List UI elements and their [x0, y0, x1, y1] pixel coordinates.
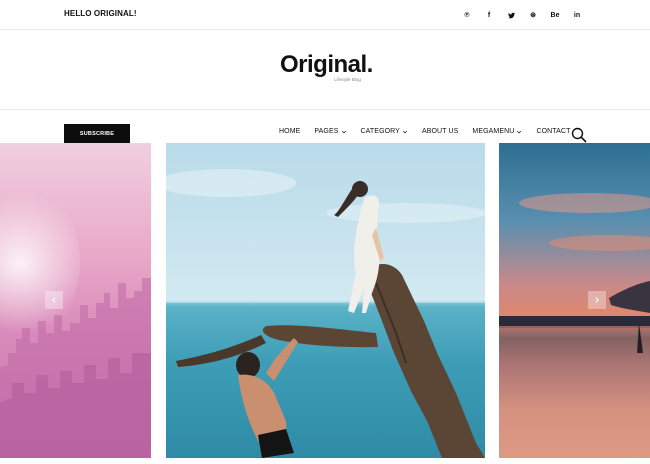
nav-item-contact[interactable]: CONTACT	[536, 128, 570, 135]
nav-item-home[interactable]: HOME	[279, 128, 300, 135]
site-tagline: Lifestyle Blog	[334, 77, 361, 82]
site-logo[interactable]: Original.	[280, 51, 373, 79]
slide-couple-on-tree[interactable]	[166, 143, 485, 458]
nav-item-label: CATEGORY	[360, 128, 400, 135]
subscribe-button[interactable]: SUBSCRIBE	[64, 124, 130, 143]
nav-item-label: CONTACT	[536, 128, 571, 135]
nav-menu: HOME PAGES CATEGORY ABOUT US MEGAMENU CO…	[279, 128, 584, 135]
nav-item-category[interactable]: CATEGORY	[361, 128, 408, 135]
slider-prev-button[interactable]	[45, 291, 63, 309]
search-icon[interactable]	[571, 127, 587, 143]
couple-on-tree-image	[166, 169, 485, 458]
slide-pink-city-skyline[interactable]	[0, 143, 151, 458]
nav-item-about-us[interactable]: ABOUT US	[422, 128, 458, 135]
nav-item-label: MEGAMENU	[472, 128, 515, 135]
sunset-beach-image	[499, 193, 650, 458]
slider-next-button[interactable]	[588, 291, 606, 309]
chevron-down-icon	[341, 130, 346, 133]
nav-item-label: PAGES	[314, 128, 339, 135]
greeting-text: HELLO ORIGINAL!	[64, 9, 137, 18]
top-bar: HELLO ORIGINAL! ℗ f ⊛ Be in	[0, 0, 650, 30]
brand-header: Original. Lifestyle Blog	[0, 30, 650, 110]
linkedin-icon[interactable]: in	[566, 8, 588, 22]
social-links: ℗ f ⊛ Be in	[456, 8, 588, 22]
nav-item-label: HOME	[279, 128, 301, 135]
facebook-icon[interactable]: f	[478, 8, 500, 22]
dribbble-icon[interactable]: ⊛	[522, 8, 544, 22]
chevron-down-icon	[402, 130, 408, 133]
twitter-icon[interactable]	[500, 8, 522, 22]
image-slider	[0, 143, 650, 458]
chevron-down-icon	[517, 130, 522, 133]
behance-icon[interactable]: Be	[544, 8, 566, 22]
nav-item-megamenu[interactable]: MEGAMENU	[472, 128, 522, 135]
nav-item-label: ABOUT US	[421, 128, 459, 135]
pinterest-icon[interactable]: ℗	[456, 8, 478, 22]
slide-sunset-beach[interactable]	[499, 143, 650, 458]
main-navigation: SUBSCRIBE HOME PAGES CATEGORY ABOUT US M…	[0, 110, 650, 143]
chevron-right-icon	[595, 297, 599, 303]
city-skyline-image	[0, 278, 151, 458]
nav-item-pages[interactable]: PAGES	[314, 128, 346, 135]
chevron-left-icon	[52, 297, 56, 303]
